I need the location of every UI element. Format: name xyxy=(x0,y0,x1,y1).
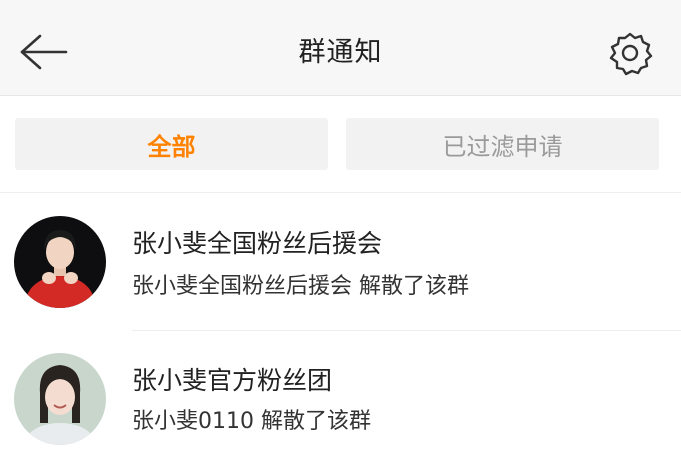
group-name: 张小斐全国粉丝后援会 xyxy=(132,229,383,258)
tab-filtered-requests[interactable]: 已过滤申请 xyxy=(346,118,659,170)
filter-tabs: 全部 已过滤申请 xyxy=(0,96,681,193)
list-item[interactable]: 张小斐全国粉丝后援会 张小斐全国粉丝后援会 解散了该群 xyxy=(0,196,681,326)
group-name: 张小斐官方粉丝团 xyxy=(132,366,333,395)
notification-message: 张小斐0110 解散了该群 xyxy=(132,409,371,434)
page-title: 群通知 xyxy=(298,37,383,68)
gear-icon[interactable] xyxy=(607,30,653,76)
avatar xyxy=(14,353,106,445)
list-item[interactable]: 张小斐官方粉丝团 张小斐0110 解散了该群 xyxy=(0,331,681,461)
tab-all[interactable]: 全部 xyxy=(15,118,328,170)
avatar xyxy=(14,216,106,308)
top-bar: 群通知 xyxy=(0,0,681,96)
notification-message: 张小斐全国粉丝后援会 解散了该群 xyxy=(132,274,469,299)
